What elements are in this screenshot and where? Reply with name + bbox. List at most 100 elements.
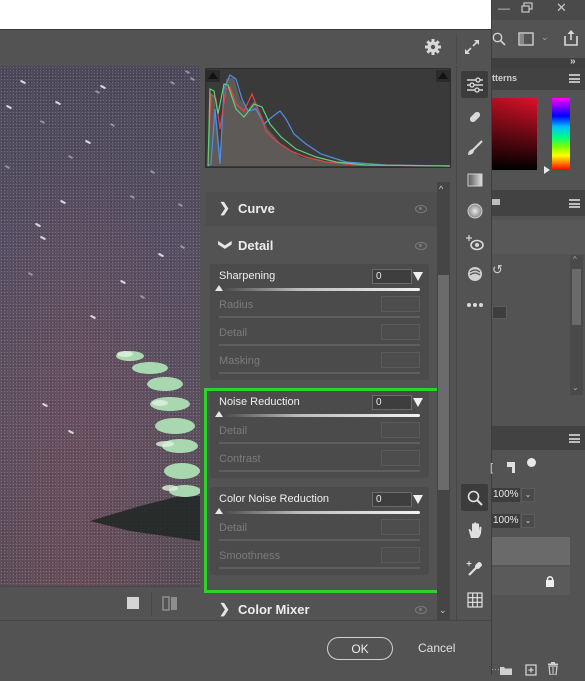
gradient-filter-icon[interactable] — [461, 166, 488, 193]
pine-tree — [90, 351, 200, 541]
section-title: Color Mixer — [238, 602, 310, 617]
share-icon[interactable] — [563, 30, 579, 51]
brush-icon[interactable] — [461, 134, 488, 161]
color-field[interactable] — [492, 98, 537, 170]
section-curve[interactable]: ❯ Curve — [205, 192, 437, 226]
healing-bandage-icon[interactable] — [461, 103, 488, 130]
restore-icon[interactable] — [521, 2, 533, 16]
layer-row-selected[interactable] — [492, 537, 570, 565]
properties-scrollbar[interactable]: ^ ⌄ — [570, 255, 583, 395]
search-icon[interactable] — [492, 32, 506, 51]
grid-icon[interactable] — [461, 586, 488, 613]
histogram — [205, 68, 451, 168]
panel-menu-icon[interactable] — [569, 434, 580, 443]
sharpening-group: Sharpening 0 Radius Detail Masking — [210, 264, 429, 380]
panel-menu-icon[interactable] — [569, 74, 580, 83]
collapse-strip: » — [492, 56, 585, 68]
sharpening-slider-thumb[interactable] — [215, 285, 223, 291]
detail-label: Detail — [219, 327, 248, 339]
fill-dropdown[interactable]: ⌄ — [521, 514, 535, 528]
panel-menu-icon[interactable] — [569, 199, 580, 208]
scroll-down-icon[interactable]: ⌄ — [439, 605, 447, 616]
highlight-box — [204, 388, 444, 593]
eye-icon[interactable] — [415, 606, 427, 614]
photoshop-right-panels: — ✕ ⌄ » tterns ↺ ^ ⌄ [100% ⌄ 100% ⌄ ⋯ — [490, 0, 585, 676]
radial-filter-icon[interactable] — [461, 197, 488, 224]
edit-sliders-icon[interactable] — [461, 71, 488, 98]
new-layer-icon[interactable] — [525, 663, 537, 681]
section-title: Detail — [238, 238, 274, 253]
section-title: Curve — [238, 201, 275, 216]
chevron-down-icon: ❯ — [218, 239, 234, 251]
sharpening-menu-icon[interactable] — [413, 272, 423, 281]
header-divider — [456, 34, 457, 64]
close-icon[interactable]: ✕ — [556, 0, 567, 16]
masking-input[interactable] — [381, 352, 420, 368]
scroll-up-icon[interactable]: ^ — [439, 184, 443, 194]
workspace-icon[interactable] — [518, 32, 534, 51]
sharpening-slider[interactable] — [218, 288, 420, 291]
histogram-graph — [207, 74, 451, 167]
zoom-icon[interactable] — [461, 484, 488, 511]
properties-panel-header — [492, 190, 585, 216]
split-view-icon[interactable] — [162, 596, 178, 616]
radius-label: Radius — [219, 299, 254, 311]
hue-slider-thumb[interactable] — [544, 166, 550, 174]
panel-scrollbar[interactable]: ^ ⌄ — [437, 182, 450, 620]
scroll-up-icon[interactable]: ^ — [573, 255, 577, 264]
cancel-button[interactable]: Cancel — [418, 641, 455, 655]
ok-button[interactable]: OK — [327, 637, 393, 660]
eye-icon[interactable] — [415, 242, 427, 250]
patterns-tab[interactable]: tterns — [492, 73, 517, 83]
shadow-clipping-icon[interactable] — [206, 70, 220, 82]
lock-pixels-icon[interactable] — [527, 458, 536, 467]
scrollbar-thumb[interactable] — [572, 269, 581, 325]
section-color-mixer[interactable]: ❯ Color Mixer — [205, 596, 437, 620]
radius-input[interactable] — [381, 296, 420, 312]
delete-layer-icon[interactable] — [547, 662, 559, 680]
before-after-view-icon[interactable] — [127, 597, 139, 609]
presets-icon[interactable] — [461, 260, 488, 287]
more-icon[interactable] — [461, 291, 488, 318]
expand-arrows-icon[interactable] — [463, 38, 481, 61]
tab-partial[interactable] — [492, 199, 500, 205]
dialog-title-bar — [0, 0, 491, 29]
lock-position-icon[interactable] — [506, 461, 517, 479]
tool-strip — [456, 66, 491, 620]
image-preview[interactable] — [0, 66, 200, 586]
white-balance-eyedropper-icon[interactable] — [461, 555, 488, 582]
chevron-right-icon: ❯ — [219, 200, 230, 215]
chevron-right-icon: ❯ — [219, 601, 230, 616]
detail-input[interactable] — [381, 324, 420, 340]
gear-icon[interactable] — [424, 38, 442, 61]
hue-slider[interactable] — [552, 98, 570, 170]
masking-label: Masking — [219, 355, 260, 367]
chevron-down-icon[interactable]: ⌄ — [541, 32, 549, 43]
sharpening-value-input[interactable]: 0 — [372, 269, 412, 284]
new-group-icon[interactable] — [499, 663, 513, 681]
reset-icon[interactable]: ↺ — [492, 262, 503, 278]
minimize-icon[interactable]: — — [498, 1, 510, 15]
double-chevron-icon[interactable]: » — [570, 56, 576, 67]
layer-row-background[interactable] — [492, 567, 570, 595]
opacity-value[interactable]: 100% — [492, 488, 520, 502]
properties-bar — [492, 220, 585, 254]
detail-slider[interactable] — [219, 344, 420, 346]
section-detail[interactable]: ❯ Detail — [205, 229, 437, 263]
scroll-down-icon[interactable]: ⌄ — [572, 383, 579, 392]
opacity-dropdown[interactable]: ⌄ — [521, 488, 535, 502]
eye-icon[interactable] — [415, 205, 427, 213]
highlight-clipping-icon[interactable] — [436, 70, 450, 82]
scrollbar-thumb[interactable] — [438, 275, 449, 490]
fill-value[interactable]: 100% — [492, 514, 520, 528]
hand-icon[interactable] — [461, 516, 488, 543]
lock-transparency-icon[interactable]: [ — [490, 462, 493, 474]
red-eye-icon[interactable] — [461, 229, 488, 256]
layers-panel-header — [492, 426, 585, 450]
masking-slider[interactable] — [219, 372, 420, 374]
window-controls: — ✕ — [492, 0, 585, 20]
swatch-box[interactable] — [492, 306, 507, 319]
color-panel-tabs: tterns — [492, 68, 585, 90]
dialog-footer: OK Cancel — [0, 620, 491, 675]
radius-slider[interactable] — [219, 316, 420, 318]
